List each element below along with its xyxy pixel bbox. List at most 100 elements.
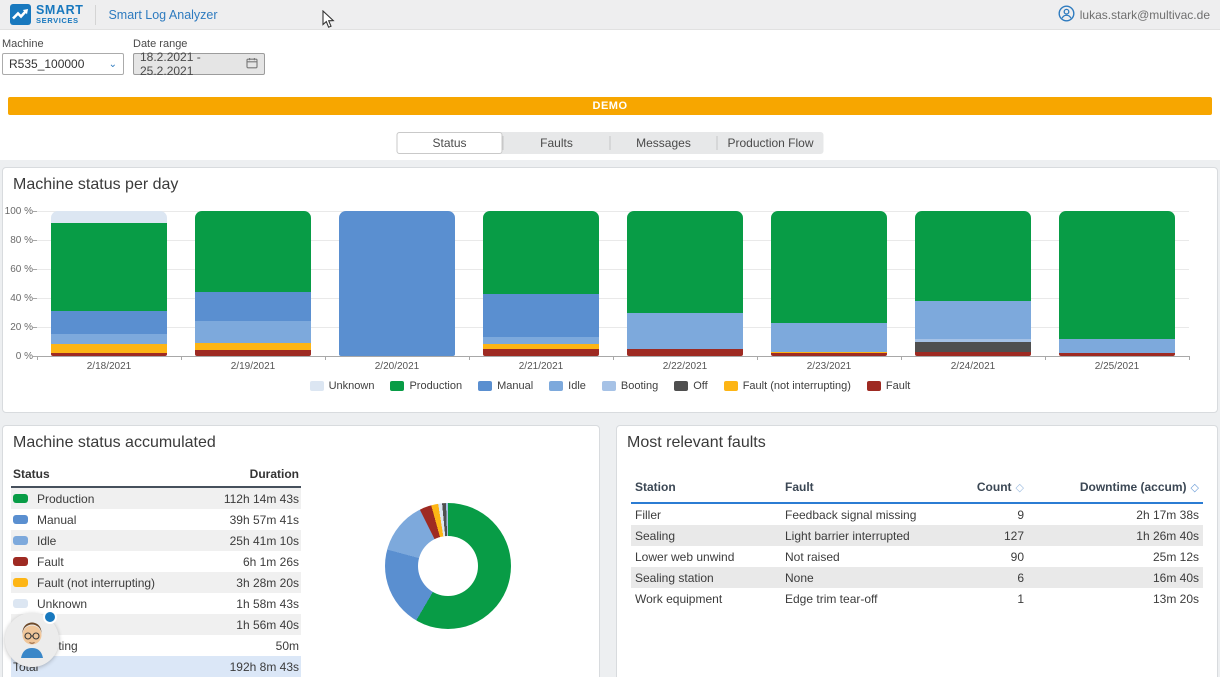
legend-item-fault-not-interrupting-[interactable]: Fault (not interrupting) (724, 380, 851, 392)
status-name: Manual (37, 513, 76, 527)
fault-row: Work equipmentEdge trim tear-off113m 20s (631, 588, 1203, 609)
status-duration: 192h 8m 43s (230, 660, 299, 674)
bar-segment-fault (771, 353, 886, 356)
x-axis-label: 2/20/2021 (325, 361, 469, 372)
x-axis-label: 2/21/2021 (469, 361, 613, 372)
status-swatch (13, 536, 28, 545)
fault-count: 6 (929, 571, 1024, 585)
fault-row: Lower web unwindNot raised9025m 12s (631, 546, 1203, 567)
legend-item-unknown[interactable]: Unknown (310, 380, 375, 392)
x-axis-tick (37, 356, 38, 360)
calendar-icon[interactable] (246, 57, 258, 72)
stacked-bar (915, 211, 1030, 356)
legend-item-booting[interactable]: Booting (602, 380, 658, 392)
stacked-bar (771, 211, 886, 356)
brand-logo-text: SMART SERVICES (36, 4, 83, 24)
legend-swatch (724, 381, 738, 391)
x-axis-label: 2/23/2021 (757, 361, 901, 372)
status-swatch (13, 494, 28, 503)
tab-faults[interactable]: Faults (504, 132, 610, 154)
bar-segment-production (771, 211, 886, 323)
bar-columns (37, 211, 1189, 356)
legend-swatch (674, 381, 688, 391)
fault-station: Sealing (635, 529, 785, 543)
machine-select[interactable]: R535_100000 ⌄ (2, 53, 124, 75)
status-swatch (13, 599, 28, 608)
fault-row: Sealing stationNone616m 40s (631, 567, 1203, 588)
machine-status-per-day-panel: Machine status per day 100 %80 %60 %40 %… (2, 167, 1218, 413)
bar-segment-fault (483, 349, 598, 356)
status-swatch (13, 515, 28, 524)
legend-label: Off (693, 380, 707, 392)
legend-item-idle[interactable]: Idle (549, 380, 586, 392)
accumulated-table-header: Status Duration (11, 464, 301, 488)
fault-count: 90 (929, 550, 1024, 564)
bar-segment-fault (627, 349, 742, 356)
bar-2/24/2021 (901, 211, 1045, 356)
col-fault: Fault (785, 480, 929, 494)
fault-text: Not raised (785, 550, 929, 564)
fault-row: SealingLight barrier interrupted1271h 26… (631, 525, 1203, 546)
assistant-widget[interactable] (5, 613, 59, 667)
fault-downtime: 16m 40s (1024, 571, 1199, 585)
bar-segment-unknown (51, 211, 166, 223)
bar-segment-fault (195, 350, 310, 356)
fault-text: Light barrier interrupted (785, 529, 929, 543)
app-title: Smart Log Analyzer (108, 8, 217, 22)
fault-station: Work equipment (635, 592, 785, 606)
user-menu[interactable]: lukas.stark@multivac.de (1058, 5, 1210, 25)
chevron-down-icon: ⌄ (109, 59, 117, 70)
machine-select-value: R535_100000 (9, 57, 84, 71)
legend-swatch (310, 381, 324, 391)
x-axis-tick (469, 356, 470, 360)
date-range-input[interactable]: 18.2.2021 - 25.2.2021 (133, 53, 265, 75)
legend-swatch (602, 381, 616, 391)
brand-logo: SMART SERVICES (10, 4, 83, 25)
x-axis-label: 2/22/2021 (613, 361, 757, 372)
tab-status[interactable]: Status (397, 132, 503, 154)
y-axis-tick-label: 80 % (3, 235, 33, 246)
filter-bar: Machine R535_100000 ⌄ Date range 18.2.20… (0, 31, 1220, 91)
content-area: Machine status per day 100 %80 %60 %40 %… (0, 160, 1220, 677)
col-downtime-sort[interactable]: Downtime (accum)◇ (1024, 480, 1199, 494)
tab-production-flow[interactable]: Production Flow (718, 132, 824, 154)
bar-segment-idle (915, 301, 1030, 339)
fault-text: Feedback signal missing (785, 508, 929, 522)
x-axis-tick (1045, 356, 1046, 360)
brand-logo-icon (10, 4, 31, 25)
panel-title-status-per-day: Machine status per day (13, 176, 178, 194)
fault-count: 1 (929, 592, 1024, 606)
legend-item-off[interactable]: Off (674, 380, 707, 392)
bar-2/21/2021 (469, 211, 613, 356)
fault-downtime: 2h 17m 38s (1024, 508, 1199, 522)
stacked-bar (195, 211, 310, 356)
chart-legend: Unknown Production Manual Idle Booting Off Fau… (3, 380, 1217, 392)
panel-title-accumulated: Machine status accumulated (13, 434, 216, 452)
status-duration: 1h 56m 40s (236, 618, 299, 632)
tab-messages[interactable]: Messages (611, 132, 717, 154)
legend-item-manual[interactable]: Manual (478, 380, 533, 392)
faults-table-header: Station Fault Count◇ Downtime (accum)◇ (631, 476, 1203, 504)
col-station: Station (635, 480, 785, 494)
bar-segment-manual (195, 292, 310, 321)
header-divider (95, 5, 96, 25)
col-count-sort[interactable]: Count◇ (929, 480, 1024, 494)
machine-label: Machine (2, 38, 124, 50)
x-axis-label: 2/25/2021 (1045, 361, 1189, 372)
legend-label: Idle (568, 380, 586, 392)
stacked-bar-chart: 100 %80 %60 %40 %20 %0 % (37, 211, 1189, 356)
legend-label: Booting (621, 380, 658, 392)
user-email: lukas.stark@multivac.de (1080, 8, 1210, 22)
fault-text: Edge trim tear-off (785, 592, 929, 606)
fault-count: 9 (929, 508, 1024, 522)
notification-dot (43, 610, 57, 624)
machine-status-accumulated-panel: Machine status accumulated Status Durati… (2, 425, 600, 677)
legend-item-fault[interactable]: Fault (867, 380, 910, 392)
fault-downtime: 13m 20s (1024, 592, 1199, 606)
status-name: Production (37, 492, 94, 506)
legend-item-production[interactable]: Production (390, 380, 462, 392)
bar-segment-production (483, 211, 598, 294)
stacked-bar (627, 211, 742, 356)
legend-swatch (549, 381, 563, 391)
legend-label: Fault (886, 380, 910, 392)
